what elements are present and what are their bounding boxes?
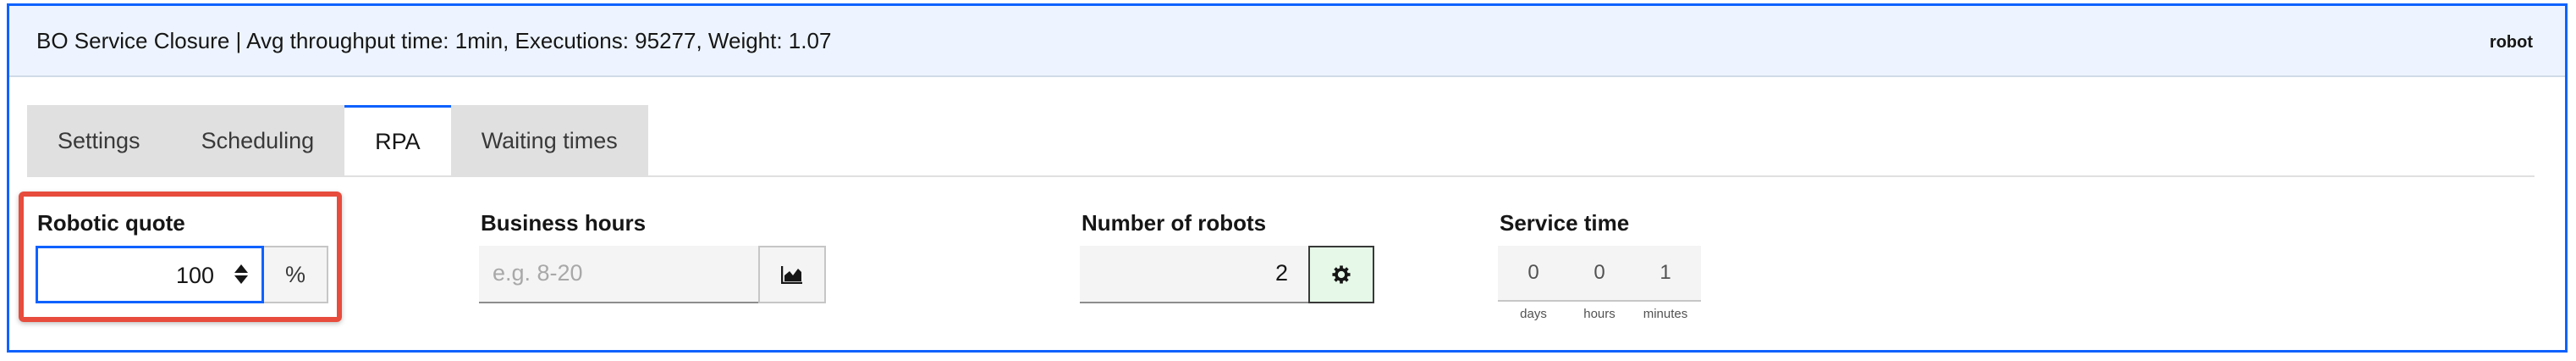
service-time-box: 0 0 1 [1498,246,1701,302]
service-time-hours-input[interactable]: 0 [1576,246,1623,300]
service-time-days-unit: days [1520,307,1547,321]
business-hours-chart-button[interactable] [758,246,826,303]
tab-divider [27,175,2535,177]
chart-icon [781,266,802,284]
panel-header: BO Service Closure | Avg throughput time… [9,6,2565,77]
tab-rpa[interactable]: RPA [344,105,451,176]
gear-icon [1332,265,1351,284]
service-time-label: Service time [1500,210,1630,236]
quote-stepper-icon[interactable] [233,262,250,289]
business-hours-placeholder: e.g. 8-20 [493,260,583,286]
business-hours-input[interactable]: e.g. 8-20 [479,246,758,303]
tab-bar: Settings Scheduling RPA Waiting times [27,105,648,176]
service-time-days-input[interactable]: 0 [1510,246,1557,300]
number-of-robots-value: 2 [1274,260,1288,286]
robotic-quote-value: 100 [175,263,214,288]
number-of-robots-input[interactable]: 2 [1080,246,1308,303]
business-hours-label: Business hours [481,210,647,236]
tab-waiting-times[interactable]: Waiting times [450,105,648,176]
robotic-quote-label: Robotic quote [37,210,185,236]
service-time-minutes-input[interactable]: 1 [1642,246,1689,300]
service-time-hours-unit: hours [1583,307,1616,321]
panel-type-tag: robot [2489,33,2533,52]
robots-settings-button[interactable] [1308,246,1374,303]
tab-scheduling[interactable]: Scheduling [170,105,345,176]
panel-title: BO Service Closure | Avg throughput time… [36,28,832,53]
tab-settings[interactable]: Settings [27,105,171,176]
service-time-minutes-unit: minutes [1643,307,1688,321]
percent-addon: % [264,246,328,303]
robotic-quote-input[interactable]: 100 [36,246,264,303]
number-of-robots-label: Number of robots [1082,210,1267,236]
